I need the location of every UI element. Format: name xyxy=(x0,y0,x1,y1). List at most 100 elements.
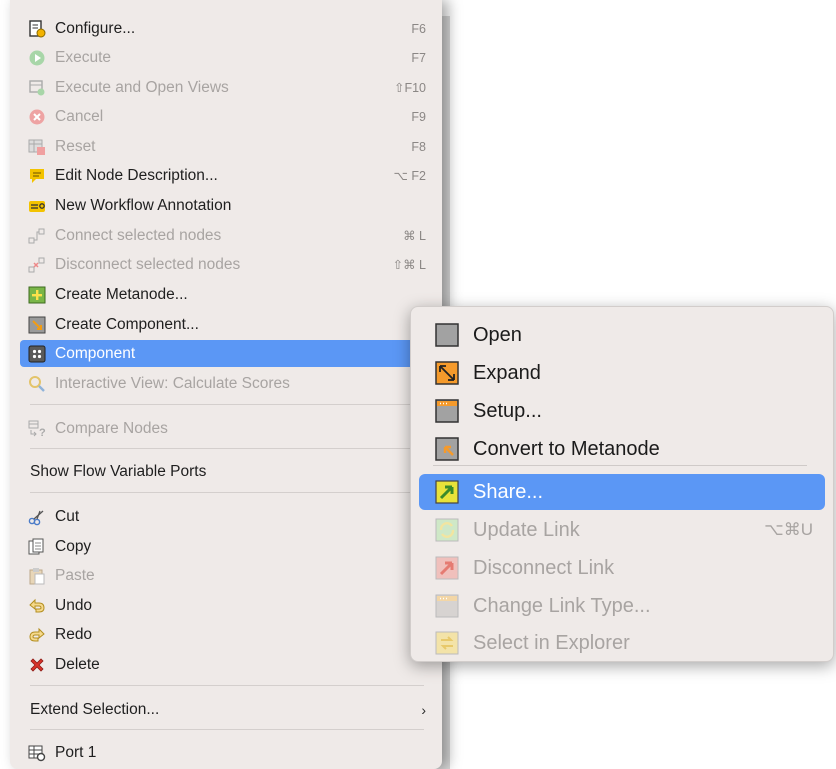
menu-item-label: Reset xyxy=(55,137,96,155)
menu-item-disconnect-selected-nodes[interactable]: Disconnect selected nodes ⇧⌘ L xyxy=(20,251,434,278)
menu-item-label: Port 1 xyxy=(55,743,97,761)
menu-item-label: Edit Node Description... xyxy=(55,166,218,184)
execute-open-views-icon xyxy=(28,79,46,97)
shortcut-label: ⌘ L xyxy=(403,229,426,243)
component-icon xyxy=(28,345,46,363)
menu-item-execute-open-views[interactable]: Execute and Open Views ⇧F10 xyxy=(20,74,434,101)
menu-item-cancel[interactable]: Cancel F9 xyxy=(20,103,434,130)
context-menu: Configure... F6 Execute F7 Execute and O… xyxy=(10,0,442,769)
menu-item-label: Component xyxy=(55,344,136,362)
svg-text:?: ? xyxy=(39,427,46,438)
menu-item-port-1[interactable]: Port 1 xyxy=(20,739,434,766)
disconnect-icon xyxy=(28,256,46,274)
component-submenu: Open Expand Setup... Convert to Metanode… xyxy=(410,306,834,662)
redo-icon xyxy=(28,626,46,644)
menu-item-create-component[interactable]: Create Component... xyxy=(20,311,434,338)
magnifier-icon xyxy=(28,375,46,393)
shortcut-label: ⌥⌘U xyxy=(764,520,813,539)
menu-item-delete[interactable]: Delete xyxy=(20,651,434,678)
menu-item-undo[interactable]: Undo xyxy=(20,592,434,619)
reset-icon xyxy=(28,138,46,156)
configure-icon xyxy=(28,19,46,38)
menu-item-copy[interactable]: Copy xyxy=(20,533,434,560)
submenu-item-label: Share... xyxy=(473,480,544,503)
connect-icon xyxy=(28,227,46,245)
paste-icon xyxy=(28,567,46,585)
submenu-item-label: Disconnect Link xyxy=(473,556,615,579)
menu-item-label: Cut xyxy=(55,507,80,525)
menu-item-label: Extend Selection... xyxy=(30,700,160,718)
change-link-type-icon xyxy=(435,594,459,618)
shortcut-label: F6 xyxy=(411,21,426,36)
open-icon xyxy=(435,323,459,347)
menu-separator xyxy=(30,685,424,686)
menu-item-label: Delete xyxy=(55,655,100,673)
menu-item-label: Execute and Open Views xyxy=(55,78,229,96)
undo-icon xyxy=(28,597,46,615)
submenu-item-label: Expand xyxy=(473,361,541,384)
port-icon xyxy=(28,744,46,762)
menu-item-cut[interactable]: Cut xyxy=(20,503,434,530)
note-icon xyxy=(28,167,46,185)
menu-item-label: Create Component... xyxy=(55,315,199,333)
menu-separator xyxy=(30,729,424,730)
menu-item-edit-node-description[interactable]: Edit Node Description... ⌥ F2 xyxy=(20,162,434,189)
menu-item-create-metanode[interactable]: Create Metanode... xyxy=(20,281,434,308)
menu-item-label: Connect selected nodes xyxy=(55,226,222,244)
submenu-item-disconnect-link[interactable]: Disconnect Link xyxy=(419,550,825,586)
menu-item-label: New Workflow Annotation xyxy=(55,196,232,214)
menu-item-component[interactable]: Component xyxy=(20,340,434,367)
menu-separator xyxy=(30,404,424,405)
execute-icon xyxy=(28,49,46,67)
menu-item-show-flow-variable-ports[interactable]: Show Flow Variable Ports xyxy=(20,458,434,485)
share-icon xyxy=(435,480,459,504)
menu-item-label: Interactive View: Calculate Scores xyxy=(55,374,290,392)
menu-item-paste[interactable]: Paste xyxy=(20,562,434,589)
submenu-item-change-link-type[interactable]: Change Link Type... xyxy=(419,588,825,624)
submenu-item-label: Select in Explorer xyxy=(473,631,630,654)
submenu-item-select-in-explorer[interactable]: Select in Explorer xyxy=(419,625,825,661)
convert-icon xyxy=(435,437,459,461)
menu-item-new-workflow-annotation[interactable]: New Workflow Annotation xyxy=(20,192,434,219)
shortcut-label: F9 xyxy=(411,109,426,124)
menu-item-label: Configure... xyxy=(55,19,136,37)
menu-item-connect-selected-nodes[interactable]: Connect selected nodes ⌘ L xyxy=(20,222,434,249)
menu-item-configure[interactable]: Configure... F6 xyxy=(20,15,434,42)
submenu-item-convert-to-metanode[interactable]: Convert to Metanode xyxy=(419,431,825,467)
setup-icon xyxy=(435,399,459,423)
menu-item-label: Undo xyxy=(55,596,93,614)
menu-item-execute[interactable]: Execute F7 xyxy=(20,44,434,71)
shortcut-label: ⇧F10 xyxy=(393,81,426,95)
copy-icon xyxy=(28,538,46,556)
compare-icon: ? xyxy=(28,420,46,439)
select-explorer-icon xyxy=(435,631,459,655)
menu-item-extend-selection[interactable]: Extend Selection... › xyxy=(20,696,434,723)
submenu-item-expand[interactable]: Expand xyxy=(419,355,825,391)
menu-item-redo[interactable]: Redo xyxy=(20,621,434,648)
menu-item-label: Create Metanode... xyxy=(55,285,188,303)
create-component-icon xyxy=(28,316,46,334)
delete-icon xyxy=(28,656,46,674)
menu-item-label: Copy xyxy=(55,537,92,555)
submenu-item-label: Setup... xyxy=(473,399,542,422)
submenu-item-share[interactable]: Share... xyxy=(419,474,825,510)
menu-item-label: Execute xyxy=(55,48,112,66)
submenu-item-label: Open xyxy=(473,323,522,346)
submenu-item-update-link[interactable]: Update Link ⌥⌘U xyxy=(419,512,825,548)
shortcut-label: ⇧⌘ L xyxy=(392,258,426,272)
update-link-icon xyxy=(435,518,459,542)
menu-separator xyxy=(30,492,424,493)
menu-item-label: Disconnect selected nodes xyxy=(55,255,241,273)
menu-item-compare-nodes[interactable]: ? Compare Nodes xyxy=(20,415,434,442)
cancel-icon xyxy=(28,108,46,126)
submenu-item-label: Convert to Metanode xyxy=(473,437,660,460)
scissors-icon xyxy=(28,508,46,526)
menu-item-label: Show Flow Variable Ports xyxy=(30,462,207,480)
menu-item-reset[interactable]: Reset F8 xyxy=(20,133,434,160)
menu-item-interactive-view[interactable]: Interactive View: Calculate Scores xyxy=(20,370,434,397)
disconnect-link-icon xyxy=(435,556,459,580)
submenu-arrow-icon: › xyxy=(421,701,426,718)
submenu-item-open[interactable]: Open xyxy=(419,317,825,353)
metanode-icon xyxy=(28,286,46,304)
submenu-item-setup[interactable]: Setup... xyxy=(419,393,825,429)
